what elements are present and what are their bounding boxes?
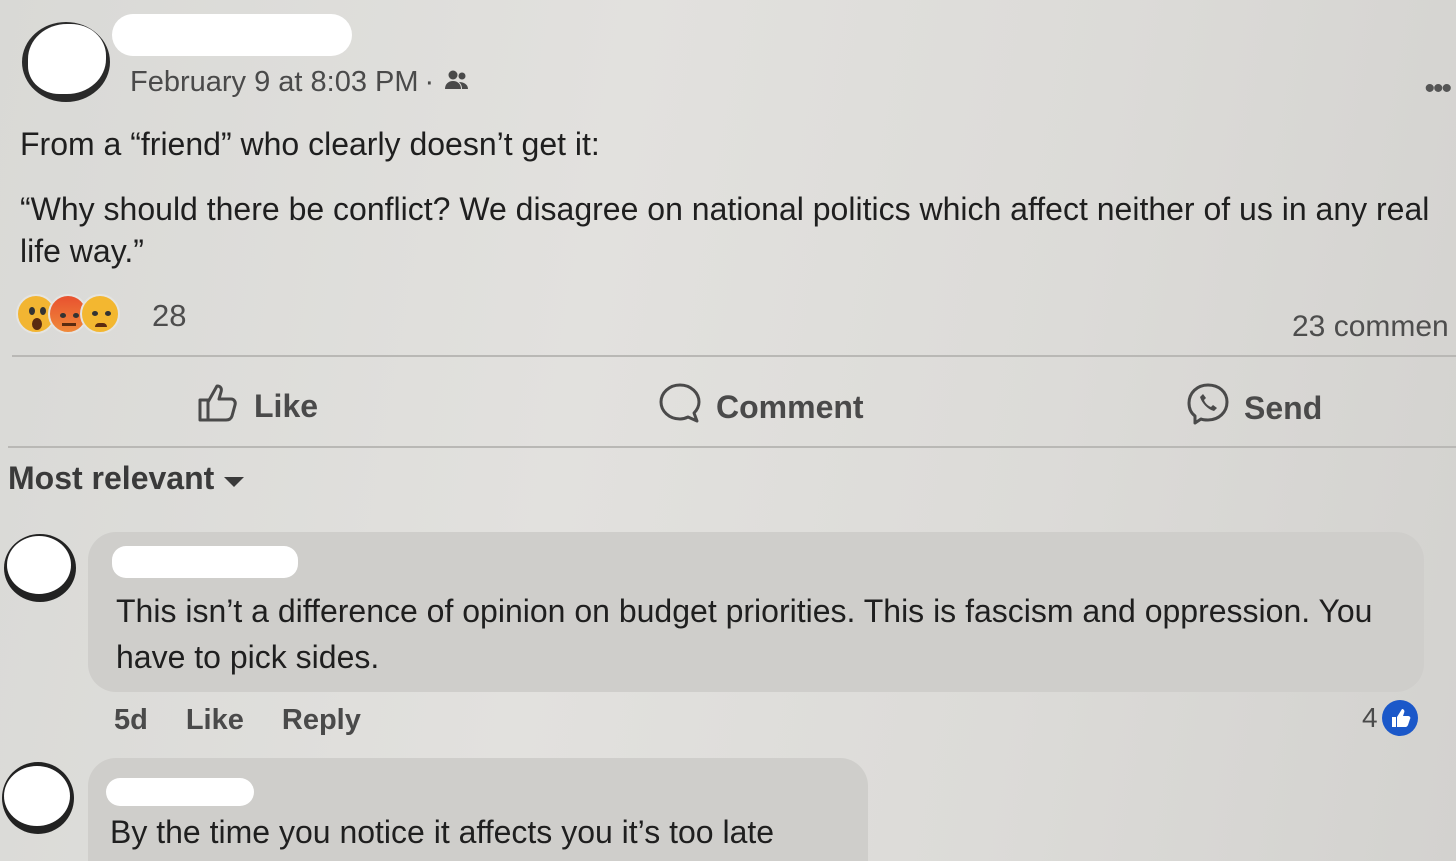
comment-label: Comment <box>716 388 864 425</box>
redacted-commenter-name <box>106 778 254 806</box>
reaction-count[interactable]: 28 <box>152 298 186 334</box>
comment-like-button[interactable]: Like <box>186 704 244 737</box>
sort-label: Most relevant <box>8 460 215 496</box>
redacted-author-name <box>112 14 352 56</box>
comment-button[interactable]: Comment <box>658 382 864 432</box>
meta-separator: · <box>424 66 435 98</box>
send-button[interactable]: Send <box>1186 382 1322 434</box>
caret-down-icon <box>224 476 245 487</box>
post-text-intro: From a “friend” who clearly doesn’t get … <box>20 126 600 162</box>
more-options-icon[interactable]: ••• <box>1424 72 1451 106</box>
post-text-quote: “Why should there be conflict? We disagr… <box>20 191 1430 269</box>
comment-age[interactable]: 5d <box>114 704 148 737</box>
comment-text: This isn’t a difference of opinion on bu… <box>116 593 1373 675</box>
comment-reply-button[interactable]: Reply <box>282 704 361 737</box>
send-label: Send <box>1244 389 1323 426</box>
like-label: Like <box>254 387 319 424</box>
comment-count[interactable]: 23 commen <box>1292 310 1449 344</box>
comment-bubble-icon <box>658 382 702 432</box>
sad-emoji-icon <box>80 294 120 334</box>
thumbs-up-icon <box>196 382 240 430</box>
thumbs-up-badge-icon <box>1381 700 1418 736</box>
comment-actions: 5d Like Reply <box>114 704 361 737</box>
comment-text: By the time you notice it affects you it… <box>110 814 775 850</box>
redacted-commenter-name <box>112 546 298 578</box>
post-timestamp[interactable]: February 9 at 8:03 PM <box>130 66 419 98</box>
like-button[interactable]: Like <box>196 382 318 430</box>
comment-like-count: 4 <box>1362 702 1378 733</box>
commenter-avatar[interactable] <box>4 534 76 602</box>
divider <box>12 355 1456 357</box>
comment-reaction-badge[interactable]: 4 <box>1362 700 1418 736</box>
post-author-avatar[interactable] <box>22 22 110 102</box>
friends-icon <box>444 67 470 100</box>
commenter-avatar[interactable] <box>2 762 74 834</box>
divider <box>8 446 1456 448</box>
comment-sort-dropdown[interactable]: Most relevant <box>8 460 245 497</box>
messenger-icon <box>1186 382 1230 434</box>
post-meta: February 9 at 8:03 PM · <box>130 66 470 100</box>
